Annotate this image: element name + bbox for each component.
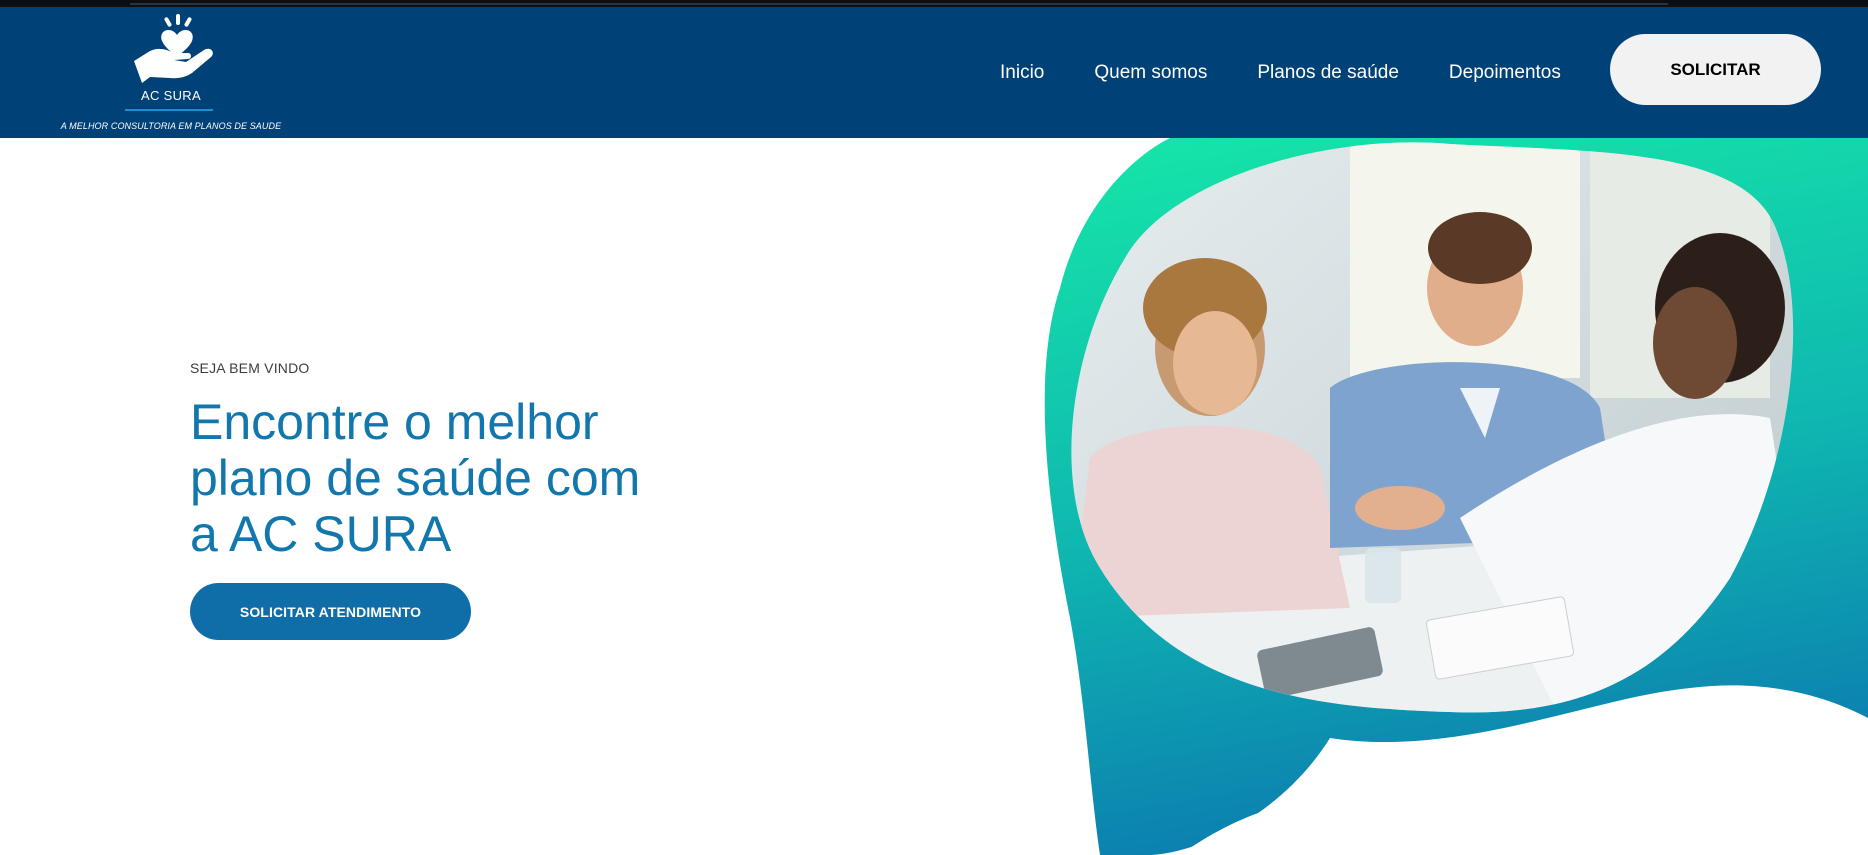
hand-holding-heart-icon [134, 14, 213, 83]
logo-divider [125, 109, 213, 111]
white-wave [1180, 794, 1868, 855]
brand-tagline: A MELHOR CONSULTORIA EM PLANOS DE SAUDE [60, 121, 282, 131]
hero-headline-line-1: Encontre o melhor [190, 394, 599, 450]
hero-visual [1030, 138, 1868, 855]
hero-section: SEJA BEM VINDO Encontre o melhor plano d… [190, 360, 750, 562]
solicitar-button[interactable]: SOLICITAR [1610, 34, 1821, 105]
site-header: AC SURA A MELHOR CONSULTORIA EM PLANOS D… [0, 7, 1868, 138]
hero-eyebrow: SEJA BEM VINDO [190, 360, 310, 376]
nav-item-inicio[interactable]: Inicio [1000, 62, 1044, 84]
nav-item-depoimentos[interactable]: Depoimentos [1449, 62, 1561, 84]
brand-name: AC SURA [141, 88, 201, 103]
hero-headline: Encontre o melhor plano de saúde com a A… [190, 394, 750, 562]
main-nav: Inicio Quem somos Planos de saúde Depoim… [1000, 7, 1561, 138]
nav-item-planos-de-saude[interactable]: Planos de saúde [1257, 62, 1399, 84]
hero-headline-line-3: a AC SURA [190, 506, 452, 562]
site-logo[interactable]: AC SURA A MELHOR CONSULTORIA EM PLANOS D… [56, 7, 286, 138]
nav-item-quem-somos[interactable]: Quem somos [1094, 62, 1207, 84]
hero-image-blob [1044, 138, 1868, 855]
browser-top-strip [0, 0, 1868, 7]
hero-headline-line-2: plano de saúde com [190, 450, 641, 506]
solicitar-atendimento-button[interactable]: SOLICITAR ATENDIMENTO [190, 583, 471, 640]
